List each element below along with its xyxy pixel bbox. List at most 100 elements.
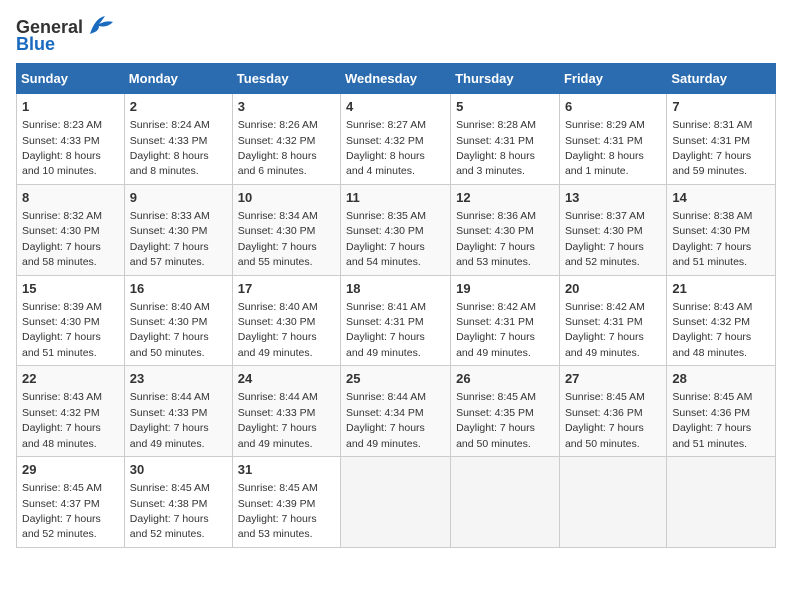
calendar-cell: 16 Sunrise: 8:40 AMSunset: 4:30 PMDayligh… (124, 275, 232, 366)
day-number: 28 (672, 370, 770, 388)
calendar-cell: 21 Sunrise: 8:43 AMSunset: 4:32 PMDayligh… (667, 275, 776, 366)
day-number: 24 (238, 370, 335, 388)
calendar-cell: 22 Sunrise: 8:43 AMSunset: 4:32 PMDayligh… (17, 366, 125, 457)
calendar-week-3: 15 Sunrise: 8:39 AMSunset: 4:30 PMDayligh… (17, 275, 776, 366)
weekday-header-monday: Monday (124, 64, 232, 94)
calendar-cell: 18Sunrise: 8:41 AMSunset: 4:31 PMDayligh… (341, 275, 451, 366)
calendar-cell: 23 Sunrise: 8:44 AMSunset: 4:33 PMDayligh… (124, 366, 232, 457)
day-info: Sunrise: 8:36 AMSunset: 4:30 PMDaylight:… (456, 210, 536, 268)
calendar-week-4: 22 Sunrise: 8:43 AMSunset: 4:32 PMDayligh… (17, 366, 776, 457)
day-info: Sunrise: 8:34 AMSunset: 4:30 PMDaylight:… (238, 210, 318, 268)
calendar-cell: 30 Sunrise: 8:45 AMSunset: 4:38 PMDayligh… (124, 457, 232, 548)
calendar-cell: 3 Sunrise: 8:26 AMSunset: 4:32 PMDaylight… (232, 94, 340, 185)
day-info: Sunrise: 8:43 AMSunset: 4:32 PMDaylight:… (672, 301, 752, 359)
day-number: 15 (22, 280, 119, 298)
calendar-week-1: 1 Sunrise: 8:23 AMSunset: 4:33 PMDaylight… (17, 94, 776, 185)
day-number: 25 (346, 370, 445, 388)
logo-text: General Blue (16, 16, 115, 55)
calendar-cell: 13Sunrise: 8:37 AMSunset: 4:30 PMDayligh… (559, 184, 666, 275)
calendar-cell: 7 Sunrise: 8:31 AMSunset: 4:31 PMDaylight… (667, 94, 776, 185)
calendar-week-5: 29 Sunrise: 8:45 AMSunset: 4:37 PMDayligh… (17, 457, 776, 548)
day-number: 27 (565, 370, 661, 388)
day-number: 7 (672, 98, 770, 116)
calendar-cell: 12Sunrise: 8:36 AMSunset: 4:30 PMDayligh… (451, 184, 560, 275)
day-info: Sunrise: 8:45 AMSunset: 4:39 PMDaylight:… (238, 482, 318, 540)
day-info: Sunrise: 8:45 AMSunset: 4:35 PMDaylight:… (456, 391, 536, 449)
day-number: 29 (22, 461, 119, 479)
day-number: 3 (238, 98, 335, 116)
day-number: 5 (456, 98, 554, 116)
day-number: 10 (238, 189, 335, 207)
weekday-header-saturday: Saturday (667, 64, 776, 94)
day-number: 22 (22, 370, 119, 388)
day-number: 20 (565, 280, 661, 298)
day-info: Sunrise: 8:31 AMSunset: 4:31 PMDaylight:… (672, 119, 752, 177)
day-number: 19 (456, 280, 554, 298)
weekday-header-tuesday: Tuesday (232, 64, 340, 94)
day-info: Sunrise: 8:37 AMSunset: 4:30 PMDaylight:… (565, 210, 645, 268)
calendar-cell: 14Sunrise: 8:38 AMSunset: 4:30 PMDayligh… (667, 184, 776, 275)
day-info: Sunrise: 8:33 AMSunset: 4:30 PMDaylight:… (130, 210, 210, 268)
day-info: Sunrise: 8:44 AMSunset: 4:34 PMDaylight:… (346, 391, 426, 449)
day-info: Sunrise: 8:39 AMSunset: 4:30 PMDaylight:… (22, 301, 102, 359)
day-info: Sunrise: 8:42 AMSunset: 4:31 PMDaylight:… (565, 301, 645, 359)
day-info: Sunrise: 8:23 AMSunset: 4:33 PMDaylight:… (22, 119, 102, 177)
day-number: 23 (130, 370, 227, 388)
day-info: Sunrise: 8:44 AMSunset: 4:33 PMDaylight:… (130, 391, 210, 449)
day-info: Sunrise: 8:40 AMSunset: 4:30 PMDaylight:… (130, 301, 210, 359)
calendar-cell: 31 Sunrise: 8:45 AMSunset: 4:39 PMDayligh… (232, 457, 340, 548)
logo-bird-icon (85, 16, 115, 38)
calendar-cell (341, 457, 451, 548)
day-info: Sunrise: 8:29 AMSunset: 4:31 PMDaylight:… (565, 119, 645, 177)
calendar-cell: 26 Sunrise: 8:45 AMSunset: 4:35 PMDayligh… (451, 366, 560, 457)
day-number: 11 (346, 189, 445, 207)
day-info: Sunrise: 8:42 AMSunset: 4:31 PMDaylight:… (456, 301, 536, 359)
logo-blue: Blue (16, 34, 55, 55)
calendar-cell: 17 Sunrise: 8:40 AMSunset: 4:30 PMDayligh… (232, 275, 340, 366)
day-info: Sunrise: 8:40 AMSunset: 4:30 PMDaylight:… (238, 301, 318, 359)
calendar-cell: 9 Sunrise: 8:33 AMSunset: 4:30 PMDaylight… (124, 184, 232, 275)
weekday-header-thursday: Thursday (451, 64, 560, 94)
day-info: Sunrise: 8:45 AMSunset: 4:38 PMDaylight:… (130, 482, 210, 540)
weekday-header-sunday: Sunday (17, 64, 125, 94)
calendar-cell: 4 Sunrise: 8:27 AMSunset: 4:32 PMDaylight… (341, 94, 451, 185)
day-info: Sunrise: 8:26 AMSunset: 4:32 PMDaylight:… (238, 119, 318, 177)
calendar-week-2: 8Sunrise: 8:32 AMSunset: 4:30 PMDaylight… (17, 184, 776, 275)
day-number: 6 (565, 98, 661, 116)
logo: General Blue (16, 16, 115, 55)
day-info: Sunrise: 8:44 AMSunset: 4:33 PMDaylight:… (238, 391, 318, 449)
day-number: 26 (456, 370, 554, 388)
day-number: 18 (346, 280, 445, 298)
page-header: General Blue (16, 16, 776, 55)
day-info: Sunrise: 8:45 AMSunset: 4:37 PMDaylight:… (22, 482, 102, 540)
calendar-cell: 5Sunrise: 8:28 AMSunset: 4:31 PMDaylight… (451, 94, 560, 185)
calendar-cell (559, 457, 666, 548)
calendar-cell: 10 Sunrise: 8:34 AMSunset: 4:30 PMDayligh… (232, 184, 340, 275)
day-number: 9 (130, 189, 227, 207)
calendar-cell: 19 Sunrise: 8:42 AMSunset: 4:31 PMDayligh… (451, 275, 560, 366)
calendar-cell: 24 Sunrise: 8:44 AMSunset: 4:33 PMDayligh… (232, 366, 340, 457)
day-info: Sunrise: 8:35 AMSunset: 4:30 PMDaylight:… (346, 210, 426, 268)
weekday-header-friday: Friday (559, 64, 666, 94)
calendar-cell: 25 Sunrise: 8:44 AMSunset: 4:34 PMDayligh… (341, 366, 451, 457)
day-number: 1 (22, 98, 119, 116)
day-number: 21 (672, 280, 770, 298)
calendar-cell: 15 Sunrise: 8:39 AMSunset: 4:30 PMDayligh… (17, 275, 125, 366)
calendar-cell (667, 457, 776, 548)
day-number: 31 (238, 461, 335, 479)
day-number: 2 (130, 98, 227, 116)
day-info: Sunrise: 8:43 AMSunset: 4:32 PMDaylight:… (22, 391, 102, 449)
day-info: Sunrise: 8:24 AMSunset: 4:33 PMDaylight:… (130, 119, 210, 177)
day-number: 4 (346, 98, 445, 116)
day-number: 30 (130, 461, 227, 479)
calendar-cell: 11 Sunrise: 8:35 AMSunset: 4:30 PMDayligh… (341, 184, 451, 275)
day-info: Sunrise: 8:45 AMSunset: 4:36 PMDaylight:… (565, 391, 645, 449)
day-info: Sunrise: 8:27 AMSunset: 4:32 PMDaylight:… (346, 119, 426, 177)
day-number: 14 (672, 189, 770, 207)
day-info: Sunrise: 8:32 AMSunset: 4:30 PMDaylight:… (22, 210, 102, 268)
day-number: 17 (238, 280, 335, 298)
day-number: 16 (130, 280, 227, 298)
calendar-cell: 29 Sunrise: 8:45 AMSunset: 4:37 PMDayligh… (17, 457, 125, 548)
day-info: Sunrise: 8:45 AMSunset: 4:36 PMDaylight:… (672, 391, 752, 449)
calendar-cell: 28 Sunrise: 8:45 AMSunset: 4:36 PMDayligh… (667, 366, 776, 457)
